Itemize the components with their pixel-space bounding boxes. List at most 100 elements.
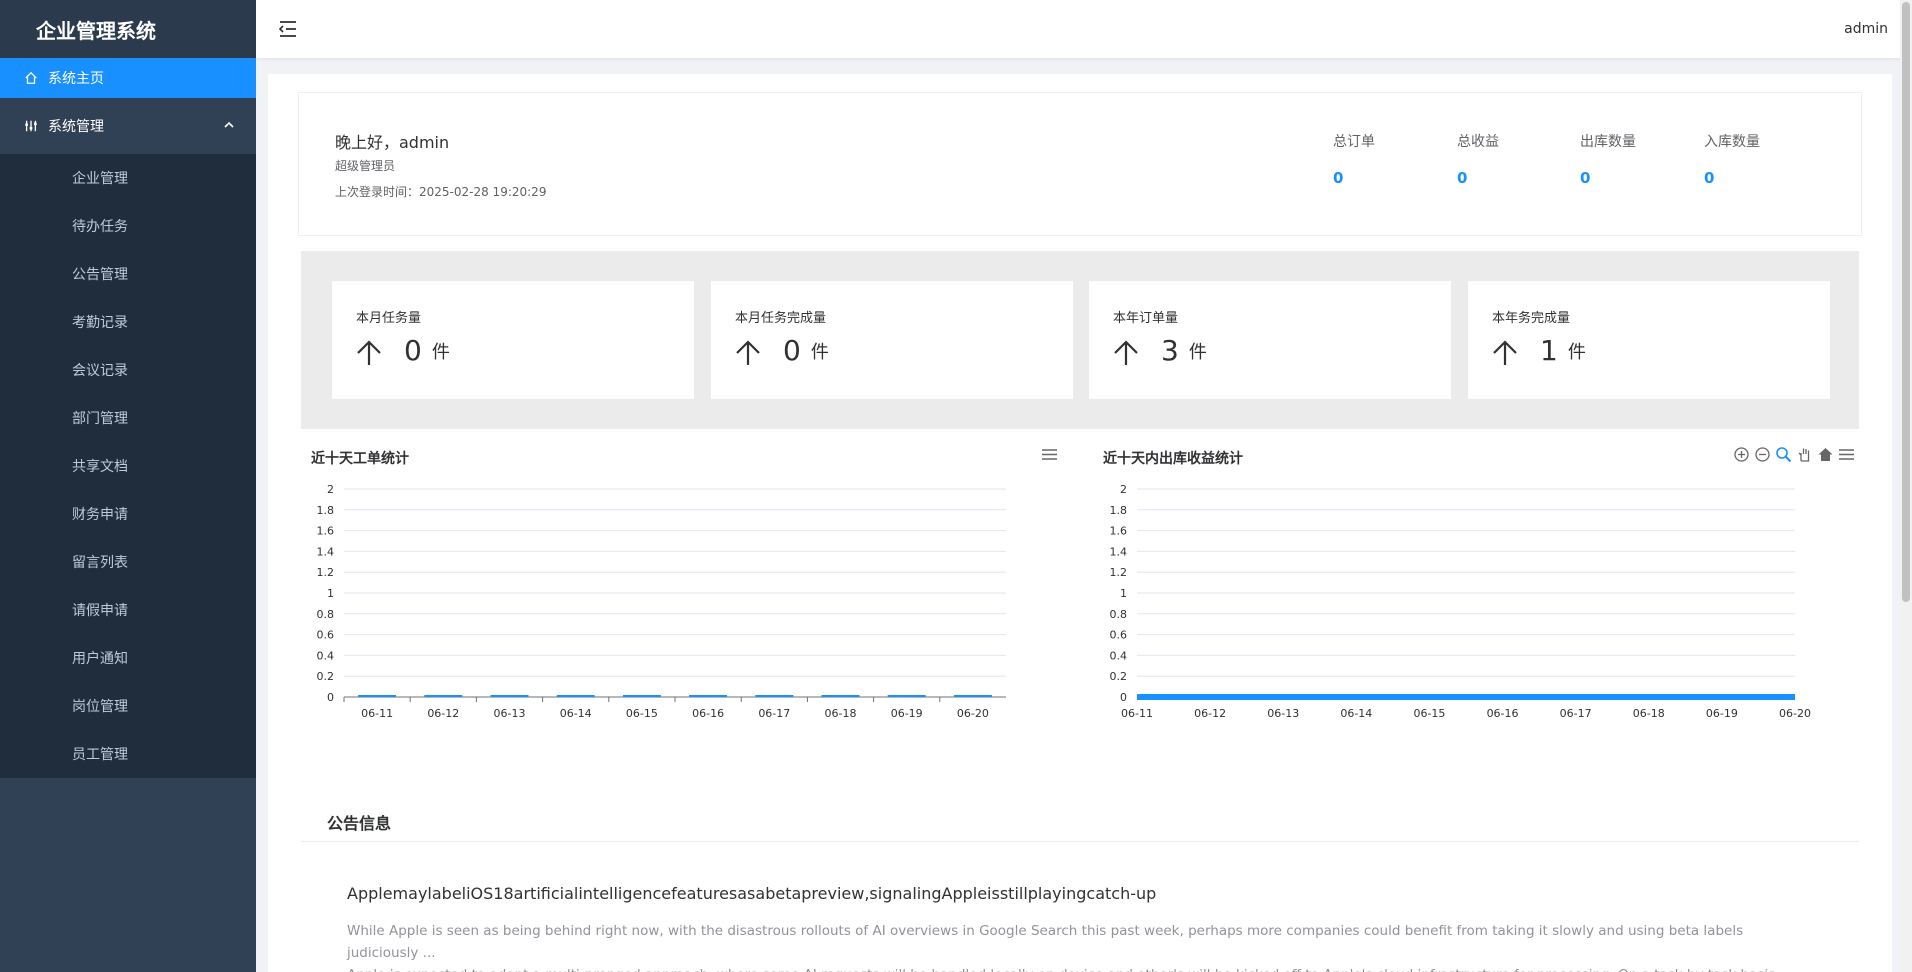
chart-outbound-revenue: 近十天内出库收益统计 0 0.2 0.4 0.6 0.8 1 1.2 1.4 1.6 1.8 2 06… <box>1093 434 1863 814</box>
bar <box>556 695 595 697</box>
chevron-up-icon[interactable] <box>224 120 234 130</box>
sidebar-item-todo[interactable]: 待办任务 <box>0 202 256 250</box>
y-tick-label: 1.6 <box>317 525 335 538</box>
chart-title: 近十天内出库收益统计 <box>1103 451 1243 467</box>
bar <box>953 695 992 697</box>
news-title[interactable]: ApplemaylabeliOS18artificialintelligence… <box>347 884 1156 903</box>
sidebar-item-shared-docs[interactable]: 共享文档 <box>0 442 256 490</box>
x-tick-label: 06-15 <box>1413 707 1445 720</box>
top-bar: admin <box>256 0 1912 58</box>
chart-title: 近十天工单统计 <box>311 451 409 467</box>
home-icon <box>25 71 37 84</box>
sidebar-item-positions[interactable]: 岗位管理 <box>0 682 256 730</box>
sidebar-item-meetings[interactable]: 会议记录 <box>0 346 256 394</box>
menu-item-home[interactable]: 系统主页 <box>0 58 256 98</box>
y-tick-label: 1.2 <box>1110 566 1128 579</box>
x-tick-label: 06-16 <box>1487 707 1519 720</box>
page-scrollbar[interactable] <box>1900 0 1912 972</box>
x-tick-label: 06-12 <box>1194 707 1226 720</box>
sidebar-item-notifications[interactable]: 用户通知 <box>0 634 256 682</box>
sliders-icon <box>25 120 37 132</box>
main-content: 晚上好，admin 超级管理员 上次登录时间：2025-02-28 19:20:… <box>268 74 1892 972</box>
notice-header: 公告信息 <box>301 796 1859 842</box>
user-role: 超级管理员 <box>335 159 396 173</box>
bar <box>755 695 794 697</box>
x-tick-label: 06-13 <box>494 707 526 720</box>
arrow-up-icon <box>1493 340 1517 365</box>
x-tick-label: 06-14 <box>560 707 592 720</box>
sidebar-item-company[interactable]: 企业管理 <box>0 154 256 202</box>
user-menu[interactable]: admin <box>1844 21 1888 37</box>
card-unit: 件 <box>1567 342 1586 363</box>
stat-label: 入库数量 <box>1704 134 1760 150</box>
y-tick-label: 1.8 <box>317 504 335 517</box>
x-tick-label: 06-20 <box>957 707 989 720</box>
sidebar-item-employees[interactable]: 员工管理 <box>0 730 256 778</box>
bar <box>424 695 463 697</box>
y-tick-label: 0.4 <box>317 649 335 662</box>
stat-value: 0 <box>1333 169 1344 187</box>
y-tick-label: 2 <box>1120 483 1127 496</box>
summary-cards: 本月任务量 0 件 本月任务完成量 0 件 本年订单量 3 件 本年务完成量 1… <box>301 251 1859 429</box>
y-tick-label: 0.2 <box>317 670 335 683</box>
chart-toolbox <box>1733 446 1855 463</box>
stat-inbound-qty: 入库数量 0 <box>1704 131 1814 187</box>
card-title: 本年务完成量 <box>1492 311 1571 326</box>
y-tick-label: 0 <box>1120 691 1127 704</box>
news-line: While Apple is seen as being behind righ… <box>347 923 1744 961</box>
x-tick-label: 06-18 <box>1633 707 1665 720</box>
y-tick-label: 1.4 <box>1110 545 1128 558</box>
y-tick-label: 0 <box>327 691 334 704</box>
menu-icon[interactable] <box>1838 446 1855 463</box>
arrow-up-icon <box>736 340 760 365</box>
x-tick-label: 06-18 <box>825 707 857 720</box>
y-tick-label: 1.4 <box>317 545 335 558</box>
magnifier-icon[interactable] <box>1775 446 1792 463</box>
card-year-completed: 本年务完成量 1 件 <box>1468 281 1830 399</box>
x-tick-label: 06-19 <box>1706 707 1738 720</box>
y-tick-label: 0.2 <box>1110 670 1128 683</box>
y-tick-label: 1 <box>327 587 334 600</box>
y-tick-label: 1 <box>1120 587 1127 600</box>
x-tick-label: 06-11 <box>361 707 393 720</box>
stat-label: 总收益 <box>1457 134 1499 150</box>
y-tick-label: 0.4 <box>1110 649 1128 662</box>
x-tick-label: 06-17 <box>758 707 790 720</box>
y-tick-label: 0.6 <box>317 629 335 642</box>
x-tick-label: 06-12 <box>427 707 459 720</box>
menu-group-system[interactable]: 系统管理 <box>0 98 256 154</box>
card-value: 0 <box>783 334 801 367</box>
sidebar-item-departments[interactable]: 部门管理 <box>0 394 256 442</box>
news-excerpt: While Apple is seen as being behind righ… <box>347 920 1787 972</box>
stat-value: 0 <box>1704 169 1715 187</box>
sidebar-item-attendance[interactable]: 考勤记录 <box>0 298 256 346</box>
menu-fold-icon[interactable] <box>278 20 298 38</box>
stat-total-revenue: 总收益 0 <box>1457 131 1567 187</box>
news-line: Apple is expected to adopt a multi-prong… <box>347 964 1787 972</box>
chart-canvas: 0 0.2 0.4 0.6 0.8 1 1.2 1.4 1.6 1.8 2 06-11 06-12 06-… <box>1110 483 1811 720</box>
x-tick-label: 06-20 <box>1779 707 1811 720</box>
bar <box>887 695 926 697</box>
y-tick-label: 0.6 <box>1110 629 1128 642</box>
sidebar: 企业管理系统 系统主页 系统管理 企业管理 待办任务 公告管理 考勤记录 会议记… <box>0 0 256 972</box>
stat-value: 0 <box>1457 169 1468 187</box>
sidebar-item-messages[interactable]: 留言列表 <box>0 538 256 586</box>
menu-icon[interactable] <box>1041 446 1058 463</box>
card-title: 本月任务完成量 <box>735 311 827 326</box>
chart-toolbox <box>1041 446 1058 463</box>
y-tick-label: 1.8 <box>1110 504 1128 517</box>
chart-work-orders: 近十天工单统计 0 0.2 0.4 0.6 0.8 1 1.2 1.4 1.6 1.8 2 06-11… <box>301 434 1063 814</box>
zoom-in-icon[interactable] <box>1733 446 1750 463</box>
home-reset-icon[interactable] <box>1817 446 1834 463</box>
pan-hand-icon[interactable] <box>1796 446 1813 463</box>
last-login-time: 上次登录时间：2025-02-28 19:20:29 <box>335 185 547 199</box>
sidebar-item-finance[interactable]: 财务申请 <box>0 490 256 538</box>
welcome-panel: 晚上好，admin 超级管理员 上次登录时间：2025-02-28 19:20:… <box>298 92 1862 236</box>
sidebar-item-leave[interactable]: 请假申请 <box>0 586 256 634</box>
scrollbar-thumb[interactable] <box>1902 2 1910 602</box>
zoom-out-icon[interactable] <box>1754 446 1771 463</box>
x-tick-label: 06-17 <box>1560 707 1592 720</box>
sidebar-item-announcements[interactable]: 公告管理 <box>0 250 256 298</box>
card-unit: 件 <box>810 342 829 363</box>
bar <box>358 695 397 697</box>
